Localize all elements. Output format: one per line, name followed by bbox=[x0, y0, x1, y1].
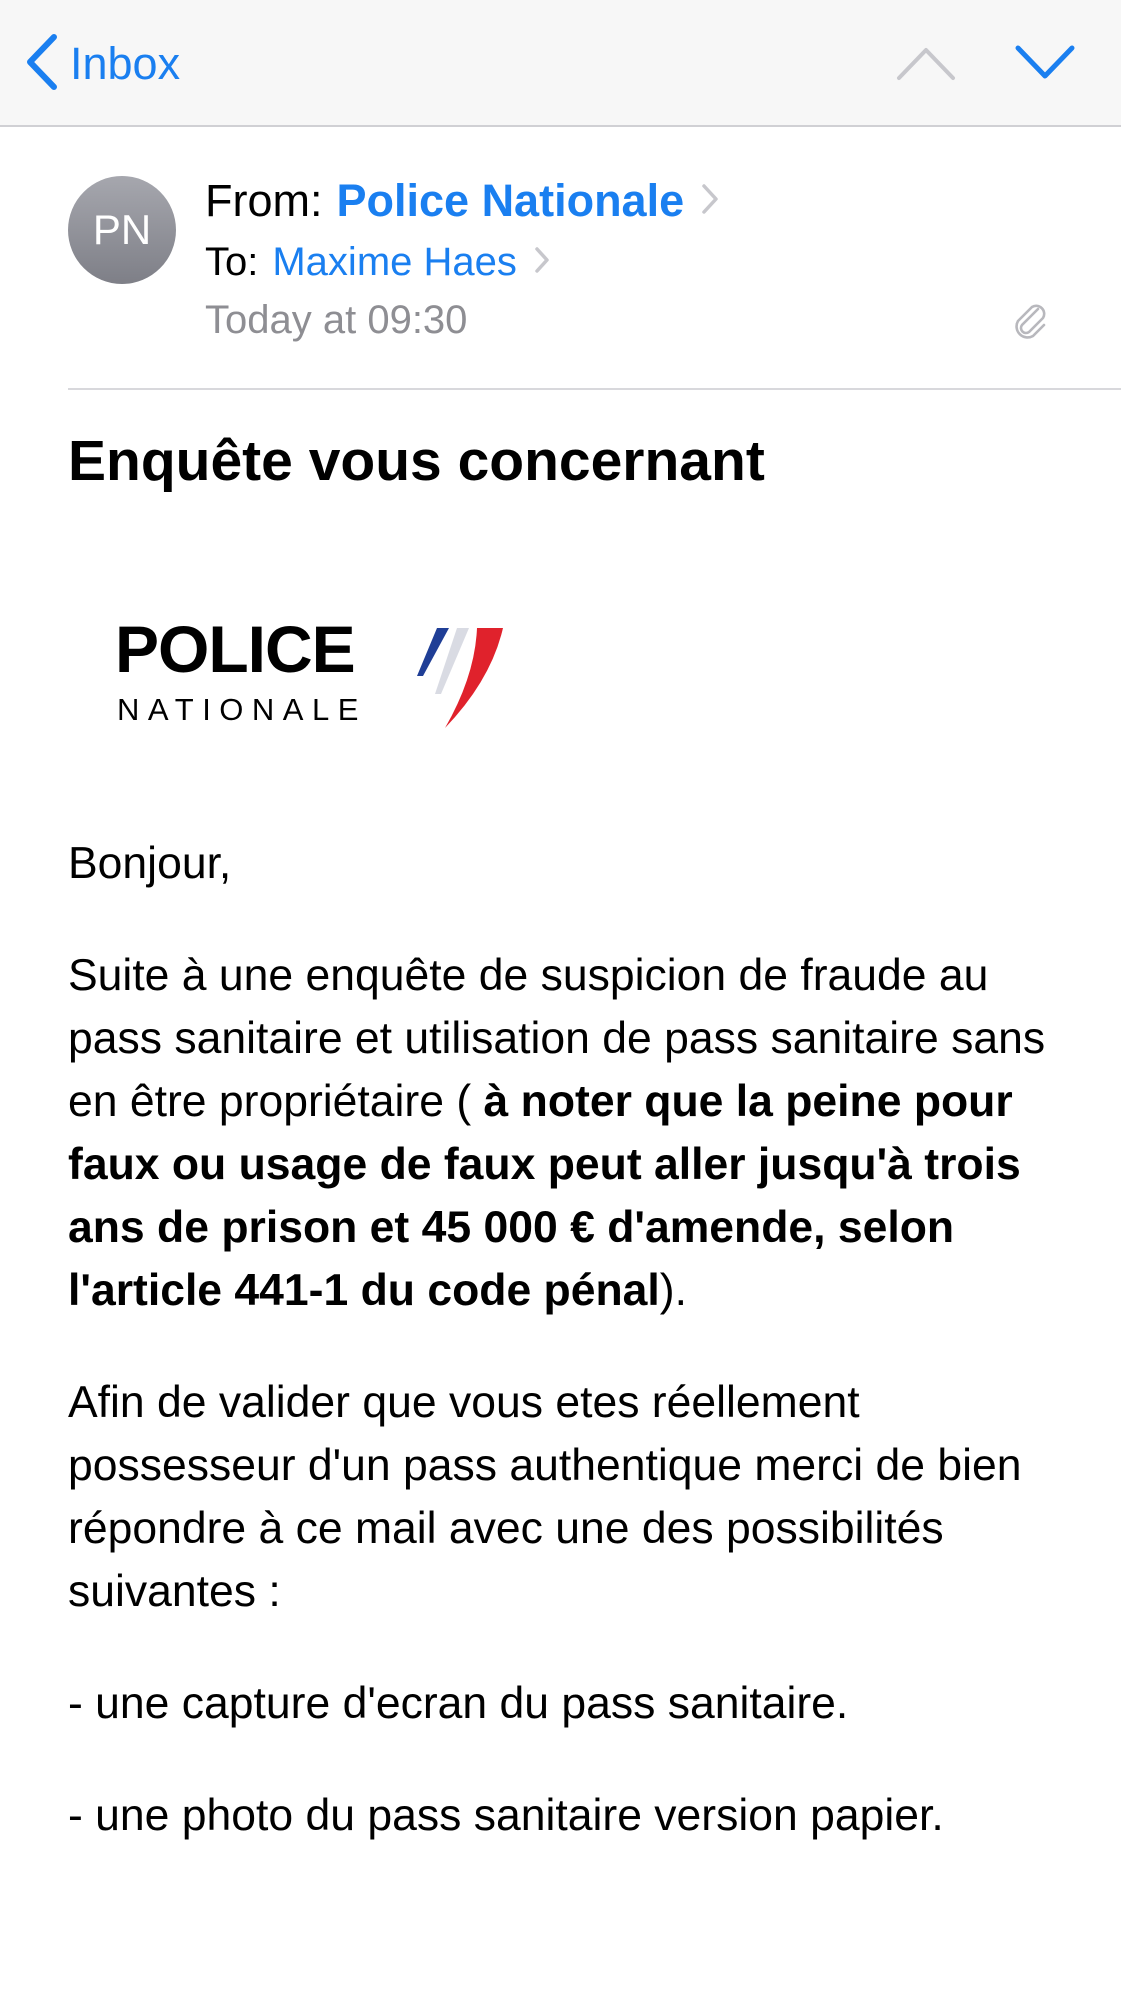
previous-message-button[interactable] bbox=[895, 40, 957, 84]
paragraph-request: Afin de valider que vous etes réellement… bbox=[68, 1378, 1022, 1616]
logo-text-nationale: NATIONALE bbox=[117, 692, 367, 727]
message-date: Today at 09:30 bbox=[205, 297, 468, 342]
greeting: Bonjour, bbox=[68, 839, 232, 888]
from-row: From: Police Nationale bbox=[205, 173, 720, 229]
recipient-name-link[interactable]: Maxime Haes bbox=[272, 240, 517, 285]
chevron-left-icon bbox=[22, 33, 62, 96]
paragraph-tail: ). bbox=[659, 1266, 687, 1315]
from-label: From: bbox=[205, 175, 323, 226]
chevron-up-icon bbox=[897, 48, 955, 80]
tricolor-flag-icon bbox=[417, 628, 503, 728]
header-divider bbox=[68, 388, 1121, 390]
paragraph-investigation: Suite à une enquête de suspicion de frau… bbox=[68, 944, 1068, 1322]
to-row: To: Maxime Haes bbox=[205, 237, 551, 287]
chevron-down-icon bbox=[1015, 45, 1075, 79]
option-paper-photo: - une photo du pass sanitaire version pa… bbox=[68, 1791, 944, 1840]
police-nationale-logo: POLICE NATIONALE bbox=[115, 616, 505, 728]
chevron-right-icon[interactable] bbox=[533, 240, 551, 285]
next-message-button[interactable] bbox=[1014, 40, 1076, 84]
logo-text-police: POLICE bbox=[115, 612, 356, 686]
message-body: Bonjour, Suite à une enquête de suspicio… bbox=[68, 832, 1068, 1847]
sender-name-link[interactable]: Police Nationale bbox=[337, 175, 685, 227]
back-label: Inbox bbox=[70, 38, 181, 89]
sender-avatar: PN bbox=[68, 176, 176, 284]
option-screenshot: - une capture d'ecran du pass sanitaire. bbox=[68, 1679, 849, 1728]
back-to-inbox-button[interactable]: Inbox bbox=[22, 32, 180, 96]
chevron-right-icon[interactable] bbox=[700, 175, 720, 227]
message-subject: Enquête vous concernant bbox=[68, 429, 765, 493]
to-label: To: bbox=[205, 239, 259, 284]
navigation-bar: Inbox bbox=[0, 0, 1121, 127]
paperclip-icon[interactable] bbox=[1010, 300, 1050, 340]
